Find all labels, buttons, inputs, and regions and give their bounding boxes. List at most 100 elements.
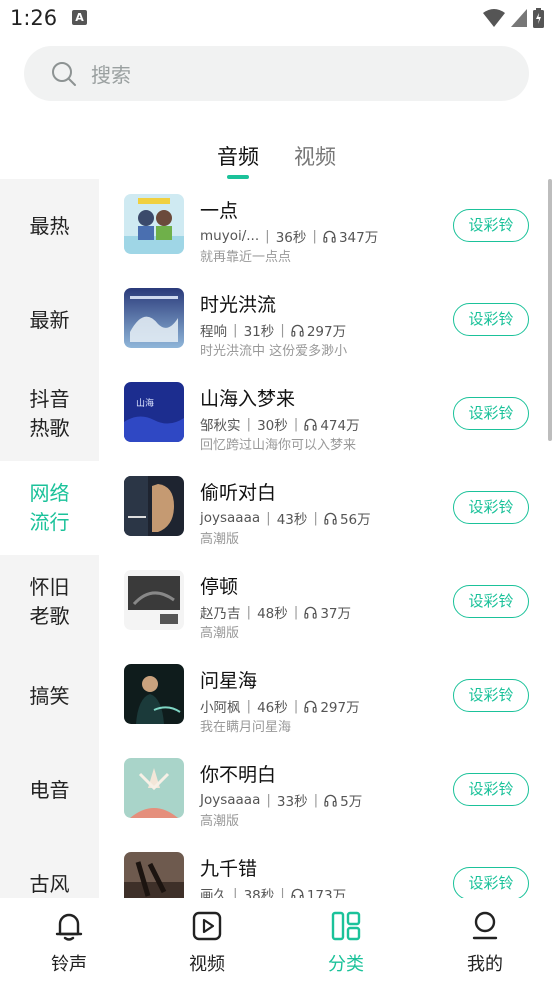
song-artist: 赵乃吉	[200, 606, 241, 622]
list-item[interactable]: 时光洪流 程响 | 31秒 | 297万 时光洪流中 这份爱多渺小 设彩铃	[99, 273, 554, 367]
song-title: 时光洪流	[200, 294, 277, 316]
sidebar-item-oldies[interactable]: 怀旧 老歌	[0, 555, 99, 649]
category-icon	[331, 911, 361, 941]
separator: |	[246, 698, 252, 714]
sidebar-item-label: 抖音 热歌	[29, 387, 70, 440]
set-ringback-button[interactable]: 设彩铃	[453, 867, 529, 898]
song-title: 你不明白	[200, 764, 277, 786]
separator: |	[246, 416, 252, 432]
headphones-icon	[291, 888, 304, 898]
status-time: 1:26	[10, 6, 58, 30]
tab-audio[interactable]: 音频	[217, 141, 259, 171]
album-cover: 山海	[124, 382, 184, 442]
set-ringback-button[interactable]: 设彩铃	[453, 303, 529, 336]
list-item[interactable]: 问星海 小阿枫 | 46秒 | 297万 我在瞒月问星海 设彩铃	[99, 649, 554, 743]
video-icon	[192, 911, 222, 941]
song-artist: joysaaaa	[200, 510, 261, 526]
song-meta: muyoi/... | 36秒 | 347万	[200, 226, 378, 246]
sidebar-item-label: 电音	[29, 777, 70, 802]
separator: |	[233, 322, 238, 338]
headphones-icon	[323, 230, 336, 243]
set-ringback-button[interactable]: 设彩铃	[453, 679, 529, 712]
nav-profile[interactable]: 我的	[416, 898, 554, 984]
song-plays: 474万	[320, 418, 360, 434]
album-cover	[124, 664, 184, 724]
sidebar-item-label: 搞笑	[29, 683, 70, 708]
song-meta: 画久 | 38秒 | 173万	[200, 884, 346, 898]
song-artist: 画久	[200, 888, 227, 898]
list-item[interactable]: 九千错 画久 | 38秒 | 173万 设彩铃	[99, 837, 554, 898]
list-item[interactable]: 偷听对白 joysaaaa | 43秒 | 56万 高潮版 设彩铃	[99, 461, 554, 555]
song-duration: 43秒	[276, 512, 308, 528]
list-item[interactable]: 停顿 赵乃吉 | 48秒 | 37万 高潮版 设彩铃	[99, 555, 554, 649]
sidebar-item-hot[interactable]: 最热	[0, 179, 99, 273]
status-bar: 1:26 A	[0, 0, 554, 38]
album-cover	[124, 288, 184, 348]
nav-category[interactable]: 分类	[277, 898, 415, 984]
separator: |	[293, 698, 299, 714]
headphones-icon	[324, 794, 337, 807]
separator: |	[313, 792, 319, 808]
sidebar-item-label: 古风	[29, 871, 70, 896]
song-plays: 297万	[306, 324, 347, 340]
separator: |	[313, 510, 318, 526]
nav-label: 铃声	[51, 954, 87, 975]
sidebar-item-electronic[interactable]: 电音	[0, 743, 99, 837]
list-item[interactable]: 山海 山海入梦来 邹秋实 | 30秒 | 474万 回忆跨过山海你可以入梦来 设彩铃	[99, 367, 554, 461]
sidebar-item-label: 怀旧 老歌	[29, 575, 70, 628]
song-duration: 36秒	[275, 230, 307, 246]
song-desc: 回忆跨过山海你可以入梦来	[200, 438, 357, 453]
scrollbar[interactable]	[548, 179, 552, 441]
nav-label: 视频	[189, 954, 225, 975]
set-ringback-button[interactable]: 设彩铃	[453, 585, 529, 618]
song-desc: 时光洪流中 这份爱多渺小	[200, 344, 348, 359]
set-ringback-button[interactable]: 设彩铃	[453, 397, 529, 430]
sidebar-item-douyin[interactable]: 抖音 热歌	[0, 367, 99, 461]
wifi-icon	[483, 9, 505, 27]
bottom-nav: 铃声 视频 分类 我的	[0, 898, 554, 984]
separator: |	[246, 604, 252, 620]
set-ringback-button[interactable]: 设彩铃	[453, 491, 529, 524]
list-item[interactable]: 你不明白 Joysaaaa | 33秒 | 5万 高潮版 设彩铃	[99, 743, 554, 837]
song-desc: 高潮版	[200, 532, 240, 547]
song-artist: muyoi/...	[200, 228, 260, 244]
sidebar-item-ancient[interactable]: 古风	[0, 837, 99, 898]
set-ringback-button[interactable]: 设彩铃	[453, 773, 529, 806]
list-item[interactable]: 一点 muyoi/... | 36秒 | 347万 就再靠近一点点 设彩铃	[99, 179, 554, 273]
svg-text:山海: 山海	[136, 397, 154, 409]
sidebar-item-new[interactable]: 最新	[0, 273, 99, 367]
song-artist: 程响	[200, 324, 227, 340]
headphones-icon	[324, 512, 337, 525]
headphones-icon	[304, 418, 317, 431]
nav-video[interactable]: 视频	[138, 898, 276, 984]
separator: |	[265, 228, 270, 244]
song-plays: 297万	[320, 700, 360, 716]
nav-ringtone[interactable]: 铃声	[0, 898, 138, 984]
search-bar[interactable]: 搜索	[24, 46, 529, 101]
song-meta: 赵乃吉 | 48秒 | 37万	[200, 602, 351, 622]
set-ringback-button[interactable]: 设彩铃	[453, 209, 529, 242]
nav-label: 分类	[328, 954, 364, 975]
sidebar-item-popular[interactable]: 网络 流行	[0, 461, 99, 555]
song-list: 一点 muyoi/... | 36秒 | 347万 就再靠近一点点 设彩铃 时光洪流…	[99, 179, 554, 898]
separator: |	[233, 886, 238, 898]
separator: |	[280, 886, 285, 898]
song-title: 停顿	[200, 576, 239, 598]
tab-video[interactable]: 视频	[294, 141, 336, 171]
song-title: 一点	[200, 200, 239, 222]
nav-label: 我的	[467, 954, 503, 975]
song-artist: Joysaaaa	[200, 792, 261, 808]
bell-icon	[55, 913, 83, 941]
profile-icon	[472, 911, 498, 940]
sidebar-item-label: 最热	[29, 213, 70, 238]
media-tabs: 音频 视频	[0, 141, 554, 181]
song-duration: 38秒	[243, 888, 275, 898]
sidebar-item-funny[interactable]: 搞笑	[0, 649, 99, 743]
sidebar-item-label: 网络 流行	[29, 481, 70, 534]
song-title: 问星海	[200, 670, 258, 692]
search-placeholder: 搜索	[91, 63, 131, 87]
song-plays: 56万	[339, 512, 371, 528]
song-duration: 46秒	[257, 700, 288, 716]
song-title: 偷听对白	[200, 482, 277, 504]
sidebar-item-label: 最新	[29, 307, 70, 332]
